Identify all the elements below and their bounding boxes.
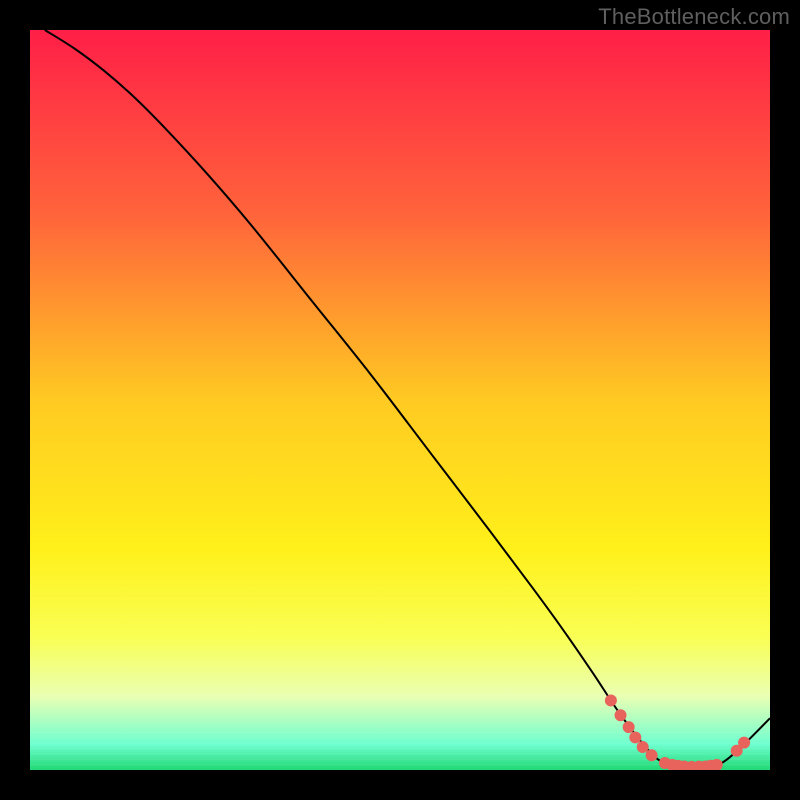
highlighted-point xyxy=(605,694,617,706)
highlighted-point xyxy=(711,759,723,771)
chart-stage: TheBottleneck.com xyxy=(0,0,800,800)
highlighted-point xyxy=(646,749,658,761)
gradient-background xyxy=(30,30,770,770)
highlighted-point xyxy=(629,731,641,743)
highlighted-point xyxy=(615,709,627,721)
highlighted-point xyxy=(623,721,635,733)
highlighted-point xyxy=(637,741,649,753)
highlighted-point xyxy=(738,737,750,749)
bottleneck-chart xyxy=(0,0,800,800)
gradient-bands xyxy=(30,555,770,770)
